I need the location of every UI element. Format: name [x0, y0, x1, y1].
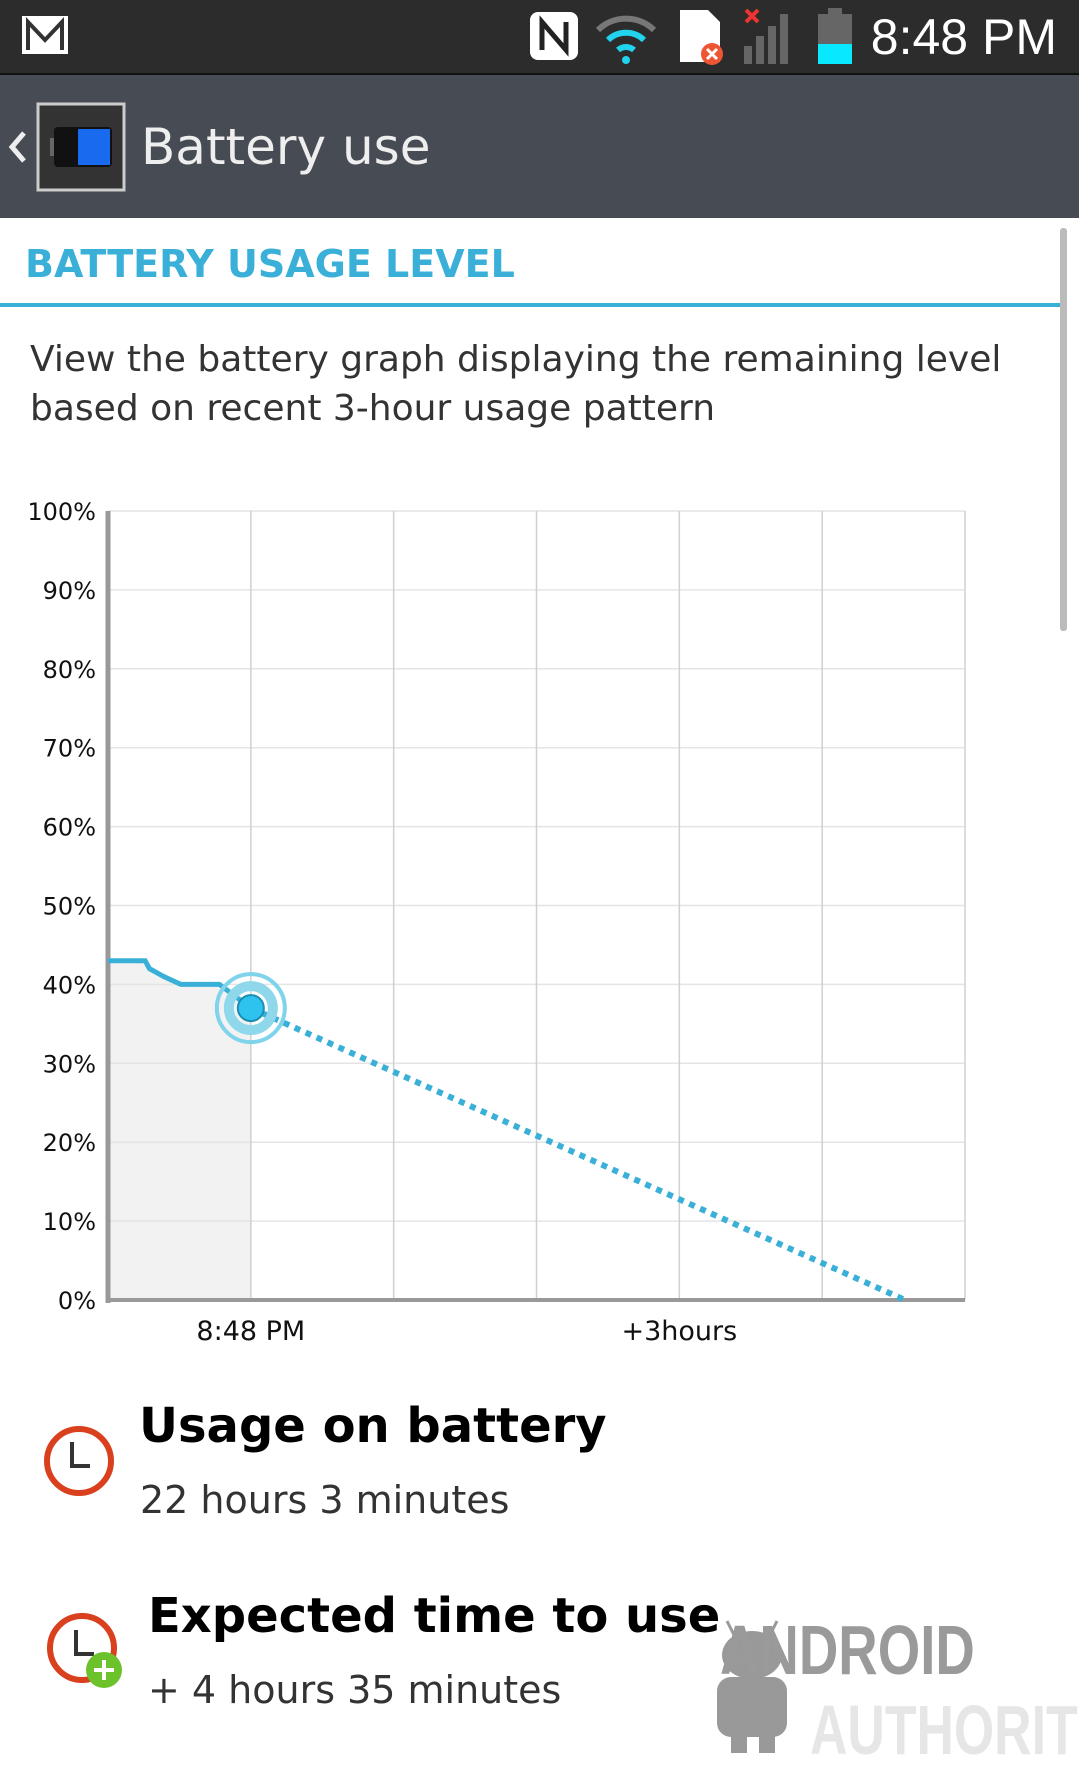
expected-title: Expected time to use	[148, 1588, 721, 1644]
sim-error-icon	[680, 10, 723, 65]
y-tick-label: 30%	[43, 1050, 96, 1078]
status-bar: 8:48 PM	[0, 0, 1079, 75]
scrollbar[interactable]	[1060, 228, 1067, 631]
series-line-dotted	[249, 1005, 907, 1303]
battery-icon	[818, 8, 852, 64]
clock-icon	[42, 1424, 116, 1502]
status-time: 8:48 PM	[870, 9, 1057, 65]
page-title: Battery use	[141, 118, 431, 176]
section-description: View the battery graph displaying the re…	[30, 339, 1002, 429]
expected-value: + 4 hours 35 minutes	[148, 1668, 562, 1712]
usage-title: Usage on battery	[139, 1398, 607, 1454]
signal-no-service-icon	[744, 8, 788, 64]
section-header: BATTERY USAGE LEVEL	[25, 242, 515, 286]
wifi-icon	[595, 15, 657, 64]
section-divider	[0, 303, 1062, 307]
y-tick-label: 20%	[43, 1129, 96, 1157]
battery-chart: 100% 90% 80% 70% 60% 50% 40% 30% 20% 10% 0% 8:48 PM…	[27, 498, 966, 1347]
chevron-left-icon[interactable]	[6, 129, 30, 165]
usage-value: 22 hours 3 minutes	[140, 1478, 510, 1522]
y-tick-label: 80%	[43, 656, 96, 684]
watermark-line2: AUTHORITY	[810, 1691, 1079, 1769]
y-tick-label: 90%	[43, 577, 96, 605]
battery-app-icon[interactable]	[36, 102, 126, 192]
y-tick-label: 100%	[27, 498, 96, 526]
x-tick-label: 8:48 PM	[196, 1316, 305, 1347]
y-tick-label: 0%	[58, 1287, 96, 1315]
y-tick-label: 60%	[43, 814, 96, 842]
x-tick-label: +3hours	[621, 1316, 737, 1347]
y-tick-label: 40%	[43, 971, 96, 999]
clock-plus-icon	[46, 1612, 128, 1698]
y-tick-label: 50%	[43, 893, 96, 921]
nfc-icon	[530, 12, 578, 60]
current-point	[236, 994, 265, 1023]
y-tick-label: 10%	[43, 1208, 96, 1236]
gmail-icon	[22, 16, 68, 54]
watermark-line1: ANDROID	[720, 1611, 975, 1689]
y-tick-label: 70%	[43, 735, 96, 763]
